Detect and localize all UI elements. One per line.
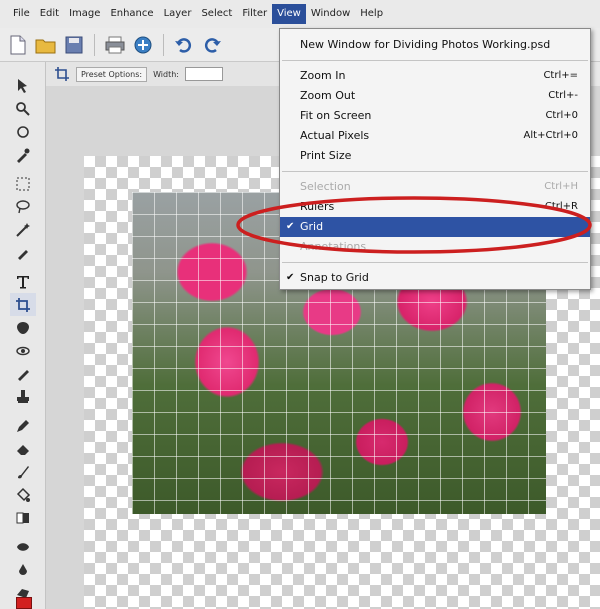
menu-filter[interactable]: Filter: [237, 4, 272, 24]
menu-bar: File Edit Image Enhance Layer Select Fil…: [0, 0, 600, 28]
pencil-tool-icon[interactable]: [10, 414, 36, 437]
shape-tool-icon[interactable]: [10, 535, 36, 558]
red-eye-tool-icon[interactable]: [10, 339, 36, 362]
lasso-tool-icon[interactable]: [10, 195, 36, 218]
menu-separator: [282, 60, 588, 61]
menu-select[interactable]: Select: [196, 4, 237, 24]
print-icon[interactable]: [103, 33, 127, 57]
foreground-color-swatch[interactable]: [16, 597, 32, 609]
crop-tool-icon[interactable]: [54, 66, 70, 82]
healing-brush-tool-icon[interactable]: [10, 362, 36, 385]
zoom-tool-icon[interactable]: [10, 97, 36, 120]
width-field[interactable]: [185, 67, 223, 81]
selection-brush-tool-icon[interactable]: [10, 241, 36, 264]
paint-bucket-tool-icon[interactable]: [10, 483, 36, 506]
menu-item-snap-to-grid[interactable]: ✔ Snap to Grid: [280, 268, 590, 288]
eyedropper-tool-icon[interactable]: [10, 143, 36, 166]
menu-file[interactable]: File: [8, 4, 35, 24]
menu-separator: [282, 262, 588, 263]
menu-window[interactable]: Window: [306, 4, 355, 24]
marquee-tool-icon[interactable]: [10, 172, 36, 195]
checkmark-icon: ✔: [286, 221, 295, 232]
menu-item-zoom-in[interactable]: Zoom In Ctrl+=: [280, 66, 590, 86]
menu-item-fit-on-screen[interactable]: Fit on Screen Ctrl+0: [280, 106, 590, 126]
share-icon[interactable]: [131, 33, 155, 57]
menu-item-rulers[interactable]: Rulers Ctrl+R: [280, 197, 590, 217]
clone-stamp-tool-icon[interactable]: [10, 385, 36, 408]
save-icon[interactable]: [62, 33, 86, 57]
magic-wand-tool-icon[interactable]: [10, 218, 36, 241]
menu-image[interactable]: Image: [64, 4, 105, 24]
open-folder-icon[interactable]: [34, 33, 58, 57]
menu-edit[interactable]: Edit: [35, 4, 64, 24]
move-tool-icon[interactable]: [10, 74, 36, 97]
blur-tool-icon[interactable]: [10, 558, 36, 581]
menu-item-zoom-out[interactable]: Zoom Out Ctrl+-: [280, 86, 590, 106]
type-tool-icon[interactable]: [10, 270, 36, 293]
gradient-tool-icon[interactable]: [10, 506, 36, 529]
preset-options-select[interactable]: Preset Options:: [76, 66, 148, 82]
menu-enhance[interactable]: Enhance: [105, 4, 158, 24]
menu-view[interactable]: View: [272, 4, 306, 24]
cookie-cutter-tool-icon[interactable]: [10, 316, 36, 339]
menu-item-selection: Selection Ctrl+H: [300, 180, 578, 193]
undo-icon[interactable]: [172, 33, 196, 57]
width-label: Width:: [153, 69, 179, 79]
brush-tool-icon[interactable]: [10, 460, 36, 483]
tool-options-bar: Preset Options: Width:: [46, 62, 306, 86]
eraser-tool-icon[interactable]: [10, 437, 36, 460]
toolbox: [0, 62, 46, 609]
menu-item-actual-pixels[interactable]: Actual Pixels Alt+Ctrl+0: [280, 126, 590, 146]
crop-tool-icon[interactable]: [9, 293, 36, 316]
menu-item-new-window[interactable]: New Window for Dividing Photos Working.p…: [280, 35, 590, 55]
toolbar-separator: [94, 33, 95, 56]
view-menu-dropdown: New Window for Dividing Photos Working.p…: [279, 28, 591, 290]
menu-layer[interactable]: Layer: [159, 4, 197, 24]
toolbar-separator: [163, 33, 164, 56]
menu-item-annotations: Annotations: [300, 240, 367, 253]
menu-item-print-size[interactable]: Print Size: [280, 146, 590, 166]
redo-icon[interactable]: [200, 33, 224, 57]
menu-help[interactable]: Help: [355, 4, 388, 24]
menu-item-grid[interactable]: ✔ Grid: [280, 217, 590, 237]
menu-separator: [282, 171, 588, 172]
checkmark-icon: ✔: [286, 272, 295, 283]
hand-tool-icon[interactable]: [10, 120, 36, 143]
new-file-icon[interactable]: [6, 33, 30, 57]
